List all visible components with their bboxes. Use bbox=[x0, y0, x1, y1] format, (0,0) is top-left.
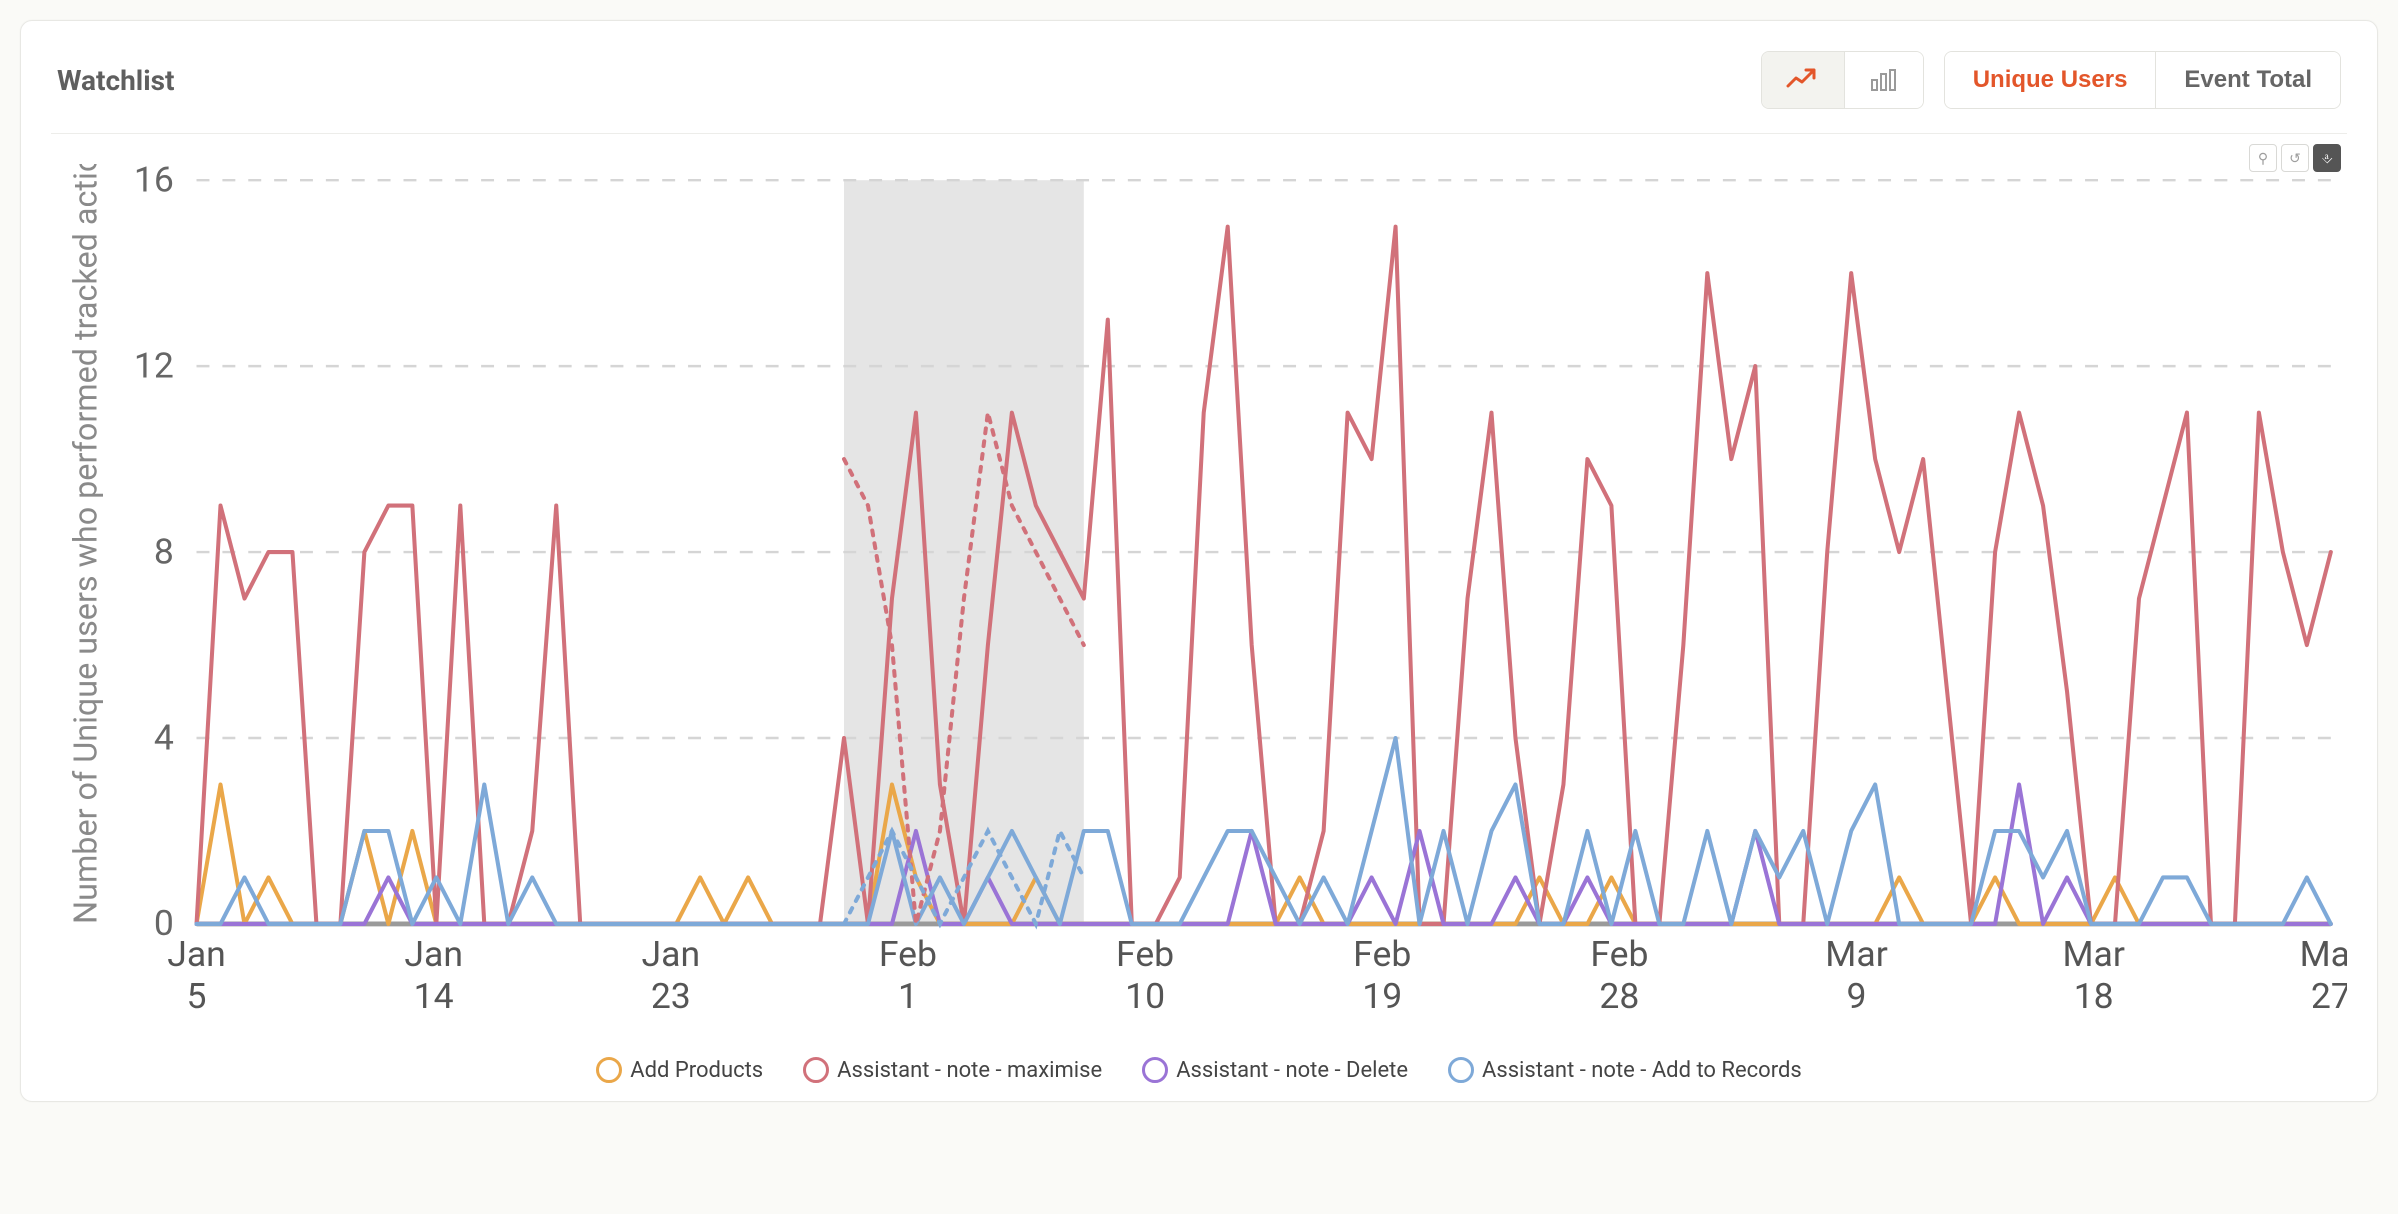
chart-container: ⚲↺⎀ 0481216Jan5Jan14Jan23Feb1Feb10Feb19F… bbox=[51, 134, 2347, 1091]
select-tool-icon[interactable]: ⎀ bbox=[2313, 144, 2341, 172]
chart-legend: Add Products Assistant - note - maximise A… bbox=[51, 1037, 2347, 1091]
x-tick-label: 5 bbox=[187, 975, 207, 1017]
x-tick-label: 23 bbox=[651, 975, 691, 1017]
x-tick-label: Feb bbox=[1590, 933, 1648, 975]
x-tick-label: 27 bbox=[2311, 975, 2347, 1017]
zoom-tool-icon[interactable]: ⚲ bbox=[2249, 144, 2277, 172]
legend-label: Assistant - note - Delete bbox=[1176, 1058, 1408, 1083]
x-tick-label: 14 bbox=[414, 975, 454, 1017]
reset-tool-icon[interactable]: ↺ bbox=[2281, 144, 2309, 172]
x-tick-label: 10 bbox=[1125, 975, 1165, 1017]
legend-label: Assistant - note - Add to Records bbox=[1482, 1058, 1802, 1083]
x-tick-label: Jan bbox=[404, 933, 463, 975]
y-tick-label: 16 bbox=[134, 164, 174, 200]
x-tick-label: Feb bbox=[879, 933, 937, 975]
metric-toggle: Unique UsersEvent Total bbox=[1944, 51, 2341, 109]
watchlist-card: Watchlist Unique UsersEvent Total ⚲↺⎀ 04… bbox=[20, 20, 2378, 1102]
card-header: Watchlist Unique UsersEvent Total bbox=[51, 41, 2347, 134]
line-chart[interactable]: 0481216Jan5Jan14Jan23Feb1Feb10Feb19Feb28… bbox=[51, 164, 2347, 1037]
legend-label: Add Products bbox=[630, 1058, 763, 1083]
chart-type-toggle bbox=[1761, 51, 1924, 109]
legend-label: Assistant - note - maximise bbox=[837, 1058, 1102, 1083]
legend-add-products[interactable]: Add Products bbox=[596, 1057, 763, 1083]
y-tick-label: 12 bbox=[134, 344, 174, 386]
legend-add-to-records[interactable]: Assistant - note - Add to Records bbox=[1448, 1057, 1802, 1083]
y-axis-title: Number of Unique users who performed tra… bbox=[66, 164, 104, 924]
x-tick-label: 9 bbox=[1847, 975, 1867, 1017]
series-maximise[interactable] bbox=[197, 227, 2331, 924]
x-tick-label: 28 bbox=[1599, 975, 1639, 1017]
card-title: Watchlist bbox=[57, 64, 174, 97]
x-tick-label: Feb bbox=[1353, 933, 1411, 975]
header-controls: Unique UsersEvent Total bbox=[1761, 51, 2341, 109]
legend-maximise[interactable]: Assistant - note - maximise bbox=[803, 1057, 1102, 1083]
bar-chart-button[interactable] bbox=[1844, 52, 1923, 108]
y-tick-label: 4 bbox=[154, 716, 174, 758]
x-tick-label: Jan bbox=[642, 933, 701, 975]
x-tick-label: Mar bbox=[2300, 933, 2347, 975]
icon-trend bbox=[1786, 68, 1820, 92]
chart-tools: ⚲↺⎀ bbox=[2249, 144, 2341, 172]
x-tick-label: Jan bbox=[167, 933, 226, 975]
x-tick-label: Mar bbox=[1825, 933, 1887, 975]
event-total-button[interactable]: Event Total bbox=[2155, 52, 2340, 108]
x-tick-label: 19 bbox=[1362, 975, 1402, 1017]
x-tick-label: Mar bbox=[2062, 933, 2124, 975]
y-tick-label: 8 bbox=[154, 530, 174, 572]
legend-delete[interactable]: Assistant - note - Delete bbox=[1142, 1057, 1408, 1083]
icon-bar bbox=[1869, 68, 1899, 92]
line-chart-button[interactable] bbox=[1762, 52, 1844, 108]
unique-users-button[interactable]: Unique Users bbox=[1945, 52, 2156, 108]
x-tick-label: 18 bbox=[2074, 975, 2114, 1017]
legend-swatch bbox=[803, 1057, 829, 1083]
legend-swatch bbox=[1142, 1057, 1168, 1083]
x-tick-label: Feb bbox=[1116, 933, 1174, 975]
x-tick-label: 1 bbox=[898, 975, 918, 1017]
legend-swatch bbox=[1448, 1057, 1474, 1083]
legend-swatch bbox=[596, 1057, 622, 1083]
